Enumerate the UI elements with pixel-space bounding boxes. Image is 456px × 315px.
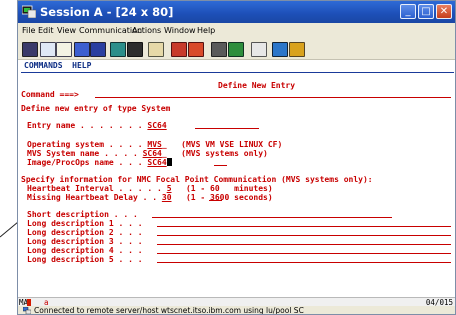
paste-icon[interactable] [56, 42, 72, 57]
missing-heartbeat-underline [209, 200, 222, 201]
mvs-system-name-field[interactable]: SC64 [143, 149, 162, 158]
macro-stop-icon[interactable] [188, 42, 204, 57]
send-icon[interactable] [74, 42, 90, 57]
menu-separator [21, 72, 454, 73]
terminal-menu-help[interactable]: HELP [72, 61, 91, 70]
minimize-button[interactable]: _ [400, 4, 416, 19]
menu-view[interactable]: View [57, 26, 76, 35]
define-label: Define new entry of type [21, 104, 142, 113]
color-icon[interactable] [127, 42, 143, 57]
entry-name-field[interactable]: SC64 [147, 121, 166, 130]
long-description-4-label: Long description 4 . . . [27, 246, 143, 255]
terminal-screen[interactable]: COMMANDS HELP Define New Entry Command =… [18, 60, 455, 297]
menu-edit[interactable]: Edit [38, 26, 54, 35]
menu-window[interactable]: Window [164, 26, 196, 35]
status-mode-marker [27, 299, 31, 306]
menu-bar: File Edit View Communication Actions Win… [18, 23, 455, 39]
entry-name-label: Entry name . . . . . . . [27, 121, 143, 130]
long-description-1-field[interactable] [157, 226, 451, 227]
play-icon[interactable] [211, 42, 227, 57]
terminal-menu: COMMANDS HELP [24, 61, 91, 70]
define-line: Define new entry of type System [21, 104, 170, 113]
missing-heartbeat-field[interactable]: 30 [162, 193, 172, 202]
command-label: Command ===> [21, 90, 79, 99]
nmc-header: Specify information for NMC Focal Point … [21, 175, 373, 184]
image-procops-label: Image/ProcOps name . . . [27, 158, 143, 167]
mvs-system-name-row: MVS System name . . . . SC64_ (MVS syste… [27, 149, 268, 158]
image-procops-row: Image/ProcOps name . . . SC64 [27, 158, 172, 167]
terminal-menu-commands[interactable]: COMMANDS [24, 61, 63, 70]
receive-icon[interactable] [90, 42, 106, 57]
copy-icon[interactable] [40, 42, 56, 57]
connection-icon [23, 307, 31, 314]
screen-title: Define New Entry [218, 81, 296, 90]
long-description-2-field[interactable] [157, 235, 451, 236]
long-description-1-label: Long description 1 . . . [27, 219, 143, 228]
image-procops-field[interactable]: SC64 [147, 158, 166, 167]
operating-system-row: Operating system . . . . MVS_ (MVS VM VS… [27, 140, 283, 149]
help-icon[interactable] [251, 42, 267, 57]
print-icon[interactable] [22, 42, 38, 57]
operating-system-label: Operating system . . . . [27, 140, 143, 149]
long-description-2-label: Long description 2 . . . [27, 228, 143, 237]
long-description-5-label: Long description 5 . . . [27, 255, 143, 264]
menu-file[interactable]: File [22, 26, 35, 35]
globe-icon[interactable] [272, 42, 288, 57]
mvs-system-name-label: MVS System name . . . . [27, 149, 138, 158]
command-input[interactable] [95, 97, 451, 98]
stats-icon[interactable] [228, 42, 244, 57]
connection-status-text: Connected to remote server/host wtscnet.… [34, 306, 304, 315]
macro-record-icon[interactable] [171, 42, 187, 57]
heartbeat-interval-row: Heartbeat Interval . . . . . 5 (1 - 60 m… [27, 184, 273, 193]
toolbar [18, 39, 455, 60]
heartbeat-interval-hint: (1 - 60 minutes) [185, 184, 273, 193]
edit-icon[interactable] [289, 42, 305, 57]
operating-system-field[interactable]: MVS [147, 140, 161, 149]
short-description-label: Short description . . . [27, 210, 138, 219]
missing-heartbeat-row: Missing Heartbeat Delay . . 30 (1 - 3600… [27, 193, 273, 202]
entry-name-underline [195, 128, 259, 129]
session-app-icon [22, 5, 36, 18]
missing-heartbeat-label: Missing Heartbeat Delay . . [27, 193, 158, 202]
long-description-4-field[interactable] [157, 253, 451, 254]
long-description-3-field[interactable] [157, 244, 451, 245]
define-type: System [141, 104, 171, 113]
heartbeat-interval-field[interactable]: 5 [167, 184, 172, 193]
short-description-field[interactable] [152, 217, 392, 218]
display-icon[interactable] [110, 42, 126, 57]
entry-name-row: Entry name . . . . . . . SC64 [27, 121, 167, 130]
text-cursor [166, 158, 172, 166]
long-description-5-field[interactable] [157, 262, 451, 263]
mvs-system-name-hint: (MVS systems only) [181, 149, 268, 158]
long-description-3-label: Long description 3 . . . [27, 237, 143, 246]
operating-system-hint: (MVS VM VSE LINUX CF) [181, 140, 283, 149]
window-title: Session A - [24 x 80] [40, 5, 174, 19]
info-bar: Connected to remote server/host wtscnet.… [18, 306, 455, 315]
maximize-button[interactable]: □ [418, 4, 434, 19]
menu-help[interactable]: Help [197, 26, 215, 35]
missing-heartbeat-hint: (1 - 3600 seconds) [185, 193, 273, 202]
image-procops-underline [214, 165, 227, 166]
close-button[interactable]: ✕ [436, 4, 452, 19]
session-window: Session A - [24 x 80] _ □ ✕ File Edit Vi… [17, 0, 456, 315]
heartbeat-interval-label: Heartbeat Interval . . . . . [27, 184, 162, 193]
menu-actions[interactable]: Actions [132, 26, 161, 35]
title-bar: Session A - [24 x 80] _ □ ✕ [18, 1, 455, 23]
short-description-row: Short description . . . [27, 210, 138, 219]
chart-icon[interactable] [148, 42, 164, 57]
